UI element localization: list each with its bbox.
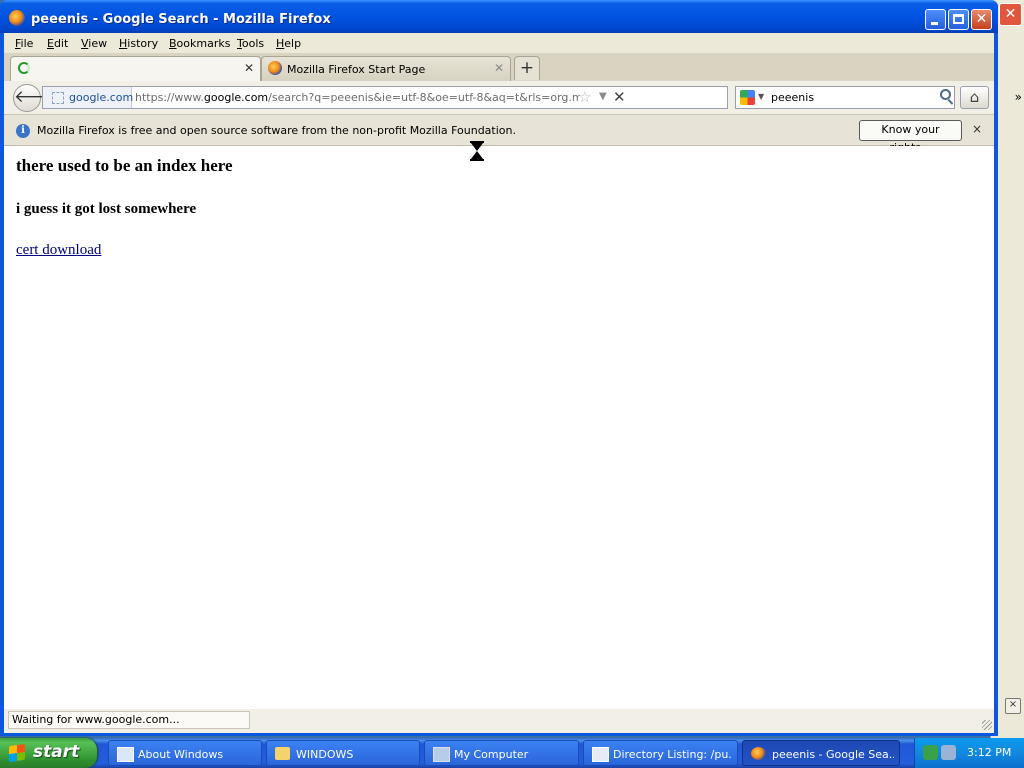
tab-loading[interactable]: ✕ [10, 56, 261, 81]
minimize-button[interactable] [925, 9, 946, 30]
folder-icon [275, 747, 290, 760]
firefox-icon [9, 10, 25, 26]
search-bar[interactable]: ▼ peeenis [735, 86, 955, 109]
notification-text: Mozilla Firefox is free and open source … [37, 124, 516, 137]
menu-edit[interactable]: Edit [47, 37, 68, 50]
taskbar-item-windows-folder[interactable]: WINDOWS [266, 740, 420, 766]
search-icon[interactable] [940, 89, 951, 100]
start-button[interactable]: start [0, 738, 97, 768]
maximize-icon [953, 14, 964, 24]
search-input[interactable]: peeenis [771, 91, 814, 104]
notification-bar: i Mozilla Firefox is free and open sourc… [4, 115, 994, 154]
url-path: /search?q=peeenis&ie=utf-8&oe=utf-8&aq=t… [268, 91, 580, 104]
navigation-bar: 🡐 google.com https://www.google.com/sear… [4, 81, 994, 115]
hourglass-cursor-icon [470, 141, 484, 161]
background-chevron-icon[interactable]: » [1015, 90, 1022, 104]
new-tab-button[interactable]: + [514, 56, 540, 80]
tab-firefox-start-page[interactable]: Mozilla Firefox Start Page ✕ [261, 56, 511, 81]
menu-bar: File Edit View History Bookmarks Tools H… [4, 33, 994, 53]
task-label: Directory Listing: /pu... [613, 748, 732, 761]
home-button[interactable]: ⌂ [960, 86, 989, 109]
bookmark-star-icon[interactable]: ☆ [578, 88, 591, 106]
firefox-window: peeenis - Google Search - Mozilla Firefo… [0, 0, 998, 736]
hourglass-top [470, 141, 484, 143]
url-history-dropdown-icon[interactable]: ▼ [599, 91, 607, 102]
menu-file[interactable]: File [15, 37, 33, 50]
menu-help[interactable]: Help [276, 37, 301, 50]
task-label: My Computer [454, 748, 529, 761]
tray-icons [923, 745, 957, 761]
know-your-rights-button[interactable]: Know your rights... [859, 120, 962, 154]
menu-tools[interactable]: Tools [237, 37, 264, 50]
title-bar[interactable]: peeenis - Google Search - Mozilla Firefo… [0, 0, 998, 33]
system-tray: 3:12 PM [914, 738, 1024, 768]
tab-close-icon[interactable]: ✕ [494, 61, 504, 75]
start-label: start [33, 742, 80, 762]
window-title: peeenis - Google Search - Mozilla Firefo… [31, 12, 331, 27]
close-button[interactable]: ✕ [971, 9, 992, 30]
url-bar[interactable]: google.com https://www.google.com/search… [42, 86, 728, 109]
taskbar-item-directory-listing[interactable]: Directory Listing: /pu... [583, 740, 738, 766]
taskbar-item-firefox[interactable]: peeenis - Google Sea... [742, 740, 900, 766]
document-icon [592, 747, 609, 762]
background-window-small-close-icon[interactable]: × [1005, 698, 1021, 714]
firefox-icon [751, 747, 766, 760]
status-bar: Waiting for www.google.com... [4, 709, 994, 733]
url-input[interactable]: https://www.google.com/search?q=peeenis&… [135, 91, 580, 104]
page-subheading: i guess it got lost somewhere [16, 201, 197, 217]
info-icon: i [16, 124, 30, 138]
maximize-button[interactable] [948, 9, 969, 30]
status-text: Waiting for www.google.com... [8, 711, 250, 729]
stop-icon[interactable]: ✕ [613, 88, 626, 106]
minimize-icon [931, 22, 938, 25]
window-icon [117, 747, 134, 762]
taskbar-item-my-computer[interactable]: My Computer [424, 740, 579, 766]
site-identity-button[interactable]: google.com [43, 87, 134, 108]
page-heading: there used to be an index here [16, 156, 233, 175]
background-window-close-button[interactable]: ✕ [999, 3, 1022, 26]
tab-strip: ✕ Mozilla Firefox Start Page ✕ + [4, 53, 994, 82]
page-content: there used to be an index here i guess i… [4, 141, 994, 709]
back-button[interactable]: 🡐 [13, 84, 60, 112]
url-prefix: https://www. [135, 91, 204, 104]
computer-icon [433, 747, 450, 762]
window-client: File Edit View History Bookmarks Tools H… [4, 33, 994, 733]
url-domain: google.com [203, 91, 269, 104]
tab-close-icon[interactable]: ✕ [244, 61, 254, 75]
loading-spinner-icon [18, 62, 30, 74]
notification-close-icon[interactable]: × [972, 122, 982, 136]
task-label: peeenis - Google Sea... [772, 748, 894, 761]
menu-bookmarks[interactable]: Bookmarks [169, 37, 230, 50]
network-icon[interactable] [923, 745, 938, 760]
security-icon[interactable] [941, 745, 956, 760]
google-engine-icon[interactable] [740, 90, 755, 105]
menu-history[interactable]: History [119, 37, 158, 50]
taskbar: start About Windows WINDOWS My Computer … [0, 738, 1024, 768]
task-label: WINDOWS [296, 748, 354, 761]
windows-logo-icon [9, 743, 25, 763]
site-identity-label: google.com [69, 91, 134, 104]
engine-dropdown-icon[interactable]: ▼ [758, 92, 764, 101]
hourglass-bottom [470, 159, 484, 161]
resize-grip-icon[interactable] [982, 720, 992, 730]
tab-label: Mozilla Firefox Start Page [287, 63, 426, 76]
taskbar-item-about-windows[interactable]: About Windows [108, 740, 262, 766]
cert-download-link[interactable]: cert download [16, 242, 101, 259]
task-label: About Windows [138, 748, 224, 761]
clock[interactable]: 3:12 PM [967, 746, 1011, 759]
firefox-favicon-icon [268, 61, 282, 75]
site-identity-icon [52, 92, 64, 104]
menu-view[interactable]: View [81, 37, 107, 50]
